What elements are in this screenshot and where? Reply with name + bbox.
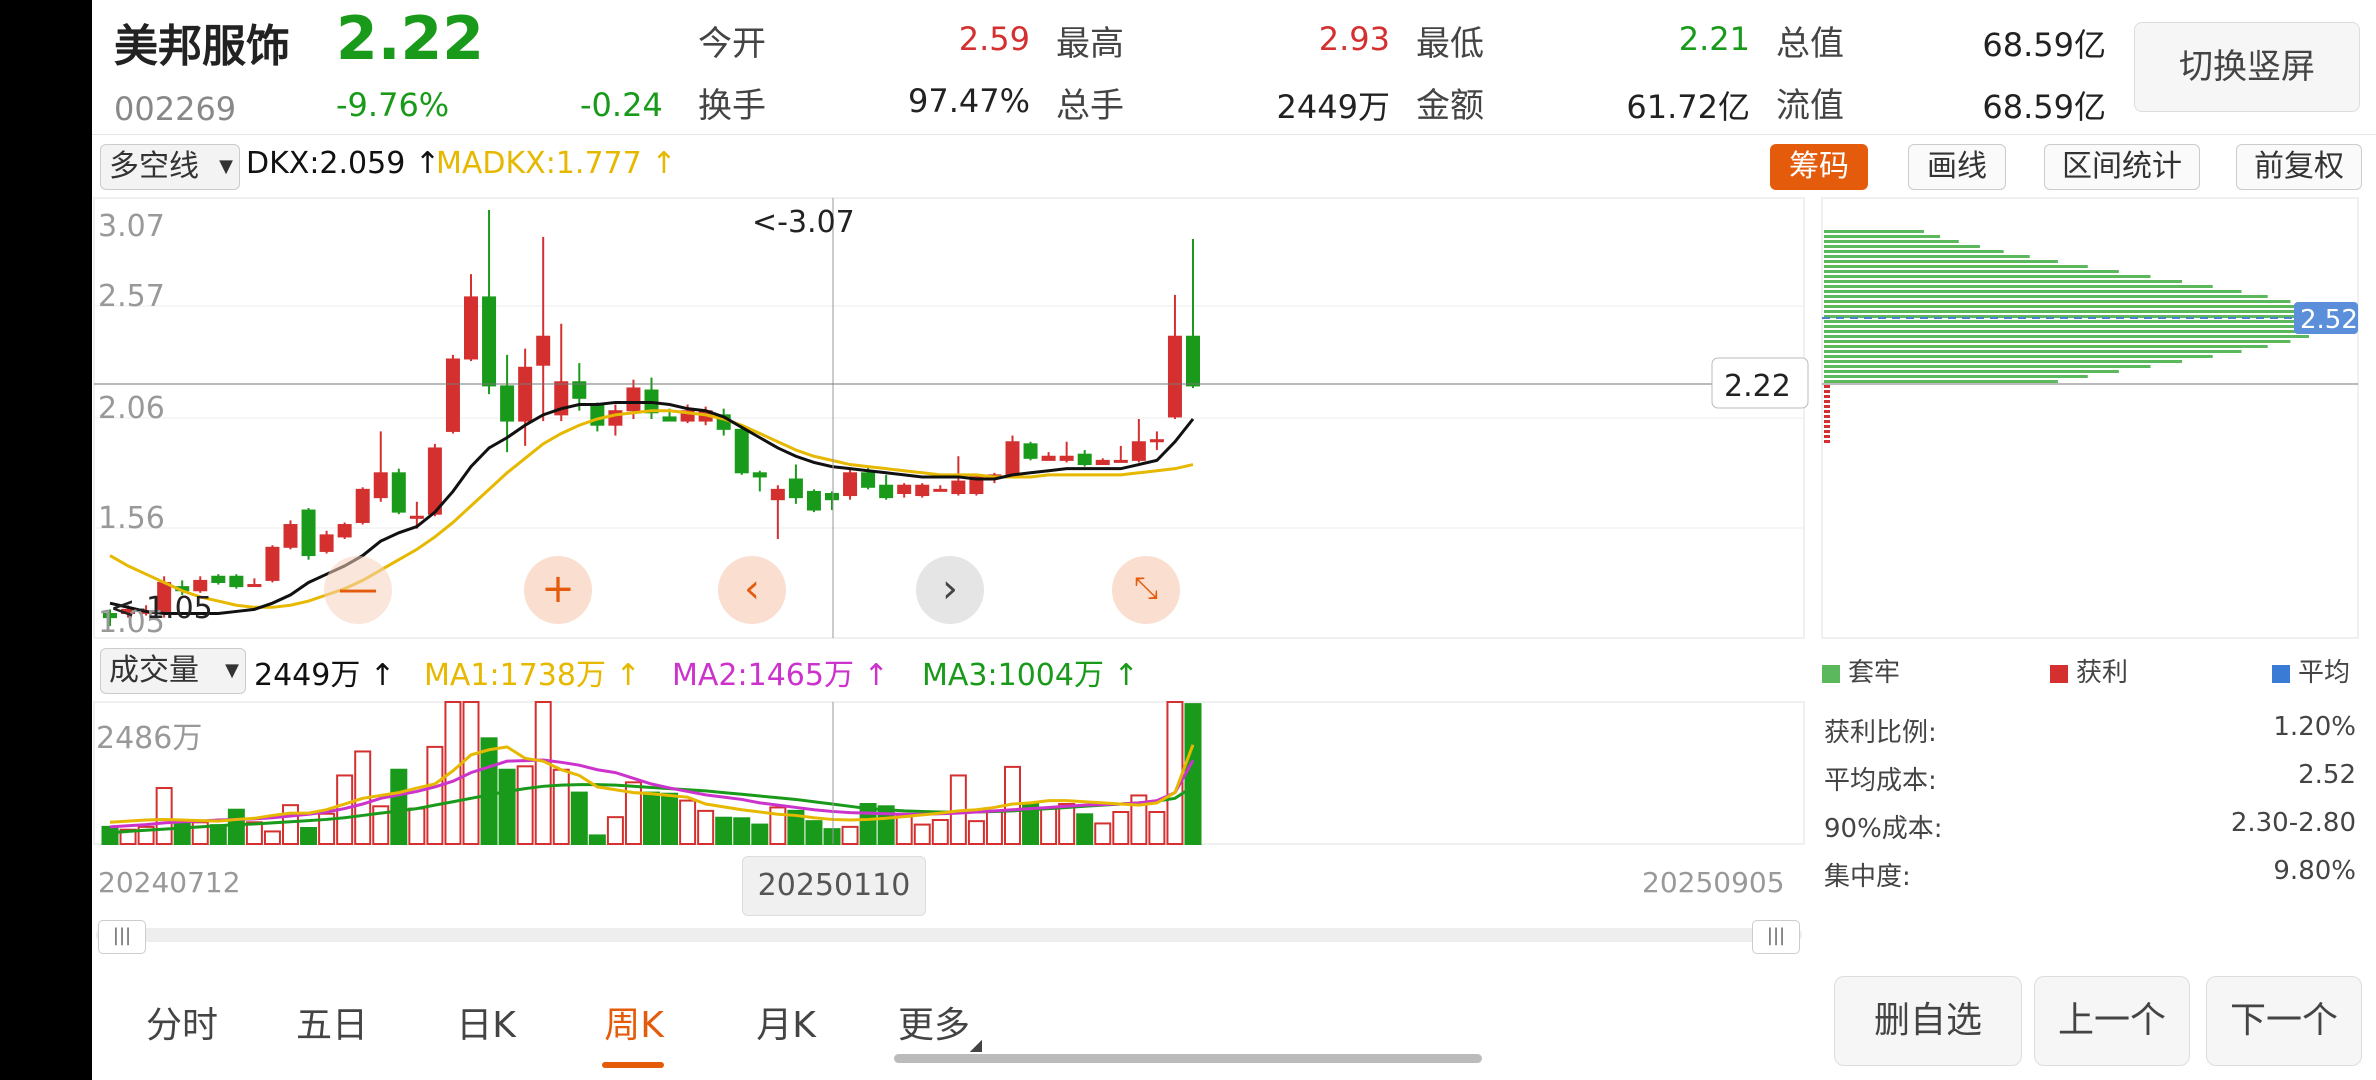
- volume-bar-down: [227, 808, 245, 846]
- volume-bar-down: [661, 792, 679, 845]
- volume-bar-up: [516, 765, 534, 845]
- avg-cost-value: 2.52: [2298, 760, 2356, 790]
- legend-swatch: [1822, 664, 1840, 683]
- volume-bar-down: [751, 823, 769, 845]
- volume-bar-up: [1094, 822, 1112, 845]
- volume-bar-down: [588, 834, 606, 845]
- home-indicator: [894, 1054, 1482, 1063]
- avg-cost-label: 平均成本:: [1824, 766, 1937, 796]
- volume-bar-up: [697, 809, 715, 846]
- cost90-label: 90%成本:: [1824, 814, 1943, 844]
- volume-bar-up: [282, 804, 299, 846]
- tab-daily-k[interactable]: 日K: [436, 996, 536, 1048]
- volume-bar-down: [805, 820, 823, 845]
- volume-max-tick: 2486万: [96, 721, 202, 756]
- active-tab-indicator: [602, 1062, 664, 1068]
- legend-swatch: [2272, 664, 2290, 683]
- volume-bar-down: [300, 827, 318, 845]
- date-end: 20250905: [1642, 866, 1785, 899]
- profit-ratio-value: 1.20%: [2273, 712, 2356, 742]
- volume-bar-up: [534, 701, 552, 845]
- volume-bar-up: [426, 745, 444, 846]
- scroll-handle-icon: |||: [1766, 925, 1786, 946]
- volume-bar-down: [173, 819, 191, 845]
- volume-bar-up: [1166, 701, 1184, 845]
- volume-bar-up: [1058, 803, 1076, 846]
- profit-ratio-label: 获利比例:: [1824, 718, 1937, 748]
- volume-bar-up: [263, 830, 281, 846]
- previous-button[interactable]: 上一个: [2034, 976, 2190, 1066]
- volume-bar-down: [498, 768, 516, 845]
- volume-bar-down: [733, 817, 751, 846]
- cost90-value: 2.30-2.80: [2230, 808, 2356, 838]
- volume-bar-up: [155, 787, 173, 845]
- volume-bar-up: [931, 819, 949, 845]
- scroll-handle-icon: |||: [112, 925, 132, 946]
- volume-bar-up: [913, 823, 931, 845]
- volume-bar-up: [895, 815, 913, 845]
- volume-bar-down: [1184, 703, 1202, 846]
- delete-watchlist-button[interactable]: 删自选: [1834, 976, 2022, 1066]
- volume-bar-up: [679, 799, 697, 846]
- concentration-value: 9.80%: [2273, 856, 2356, 886]
- legend-avg: 平均: [2272, 652, 2350, 689]
- tab-monthly-k[interactable]: 月K: [736, 996, 836, 1048]
- range-slider-track[interactable]: [96, 928, 1802, 942]
- volume-bar-down: [877, 805, 895, 846]
- volume-bar-down: [1076, 813, 1094, 846]
- legend-trapped: 套牢: [1822, 652, 1900, 689]
- next-button[interactable]: 下一个: [2206, 976, 2362, 1066]
- volume-bar-up: [841, 825, 859, 845]
- tab-five-day[interactable]: 五日: [282, 996, 382, 1048]
- volume-bar-down: [643, 791, 660, 845]
- legend-profit: 获利: [2050, 652, 2128, 689]
- volume-bar-down: [390, 768, 408, 845]
- volume-bar-up: [408, 807, 426, 846]
- volume-bar-up: [1148, 811, 1166, 846]
- more-corner-icon: ◢: [969, 1035, 982, 1054]
- concentration-label: 集中度:: [1824, 862, 1911, 892]
- tab-intraday[interactable]: 分时: [132, 996, 232, 1048]
- slider-handle-right[interactable]: |||: [1752, 920, 1800, 954]
- tab-weekly-k[interactable]: 周K: [584, 996, 684, 1048]
- volume-bar-down: [823, 828, 841, 845]
- tab-more[interactable]: 更多 ◢: [884, 996, 984, 1054]
- volume-bar-up: [606, 816, 624, 846]
- volume-bar-down: [570, 791, 588, 845]
- volume-bar-down: [101, 825, 119, 845]
- date-start: 20240712: [98, 866, 241, 899]
- volume-bar-up: [1112, 811, 1130, 846]
- legend-swatch: [2050, 664, 2068, 683]
- volume-bar-up: [1040, 807, 1058, 846]
- volume-bar-down: [480, 737, 498, 846]
- volume-bar-up: [985, 809, 1003, 846]
- volume-bar-up: [967, 820, 985, 845]
- volume-bar-down: [715, 816, 733, 845]
- volume-chart[interactable]: 2486万 20240712 20250905: [0, 0, 2376, 900]
- date-cursor: 20250110: [742, 856, 926, 916]
- volume-bar-up: [552, 768, 570, 845]
- slider-handle-left[interactable]: |||: [98, 920, 146, 954]
- volume-bar-down: [209, 824, 227, 846]
